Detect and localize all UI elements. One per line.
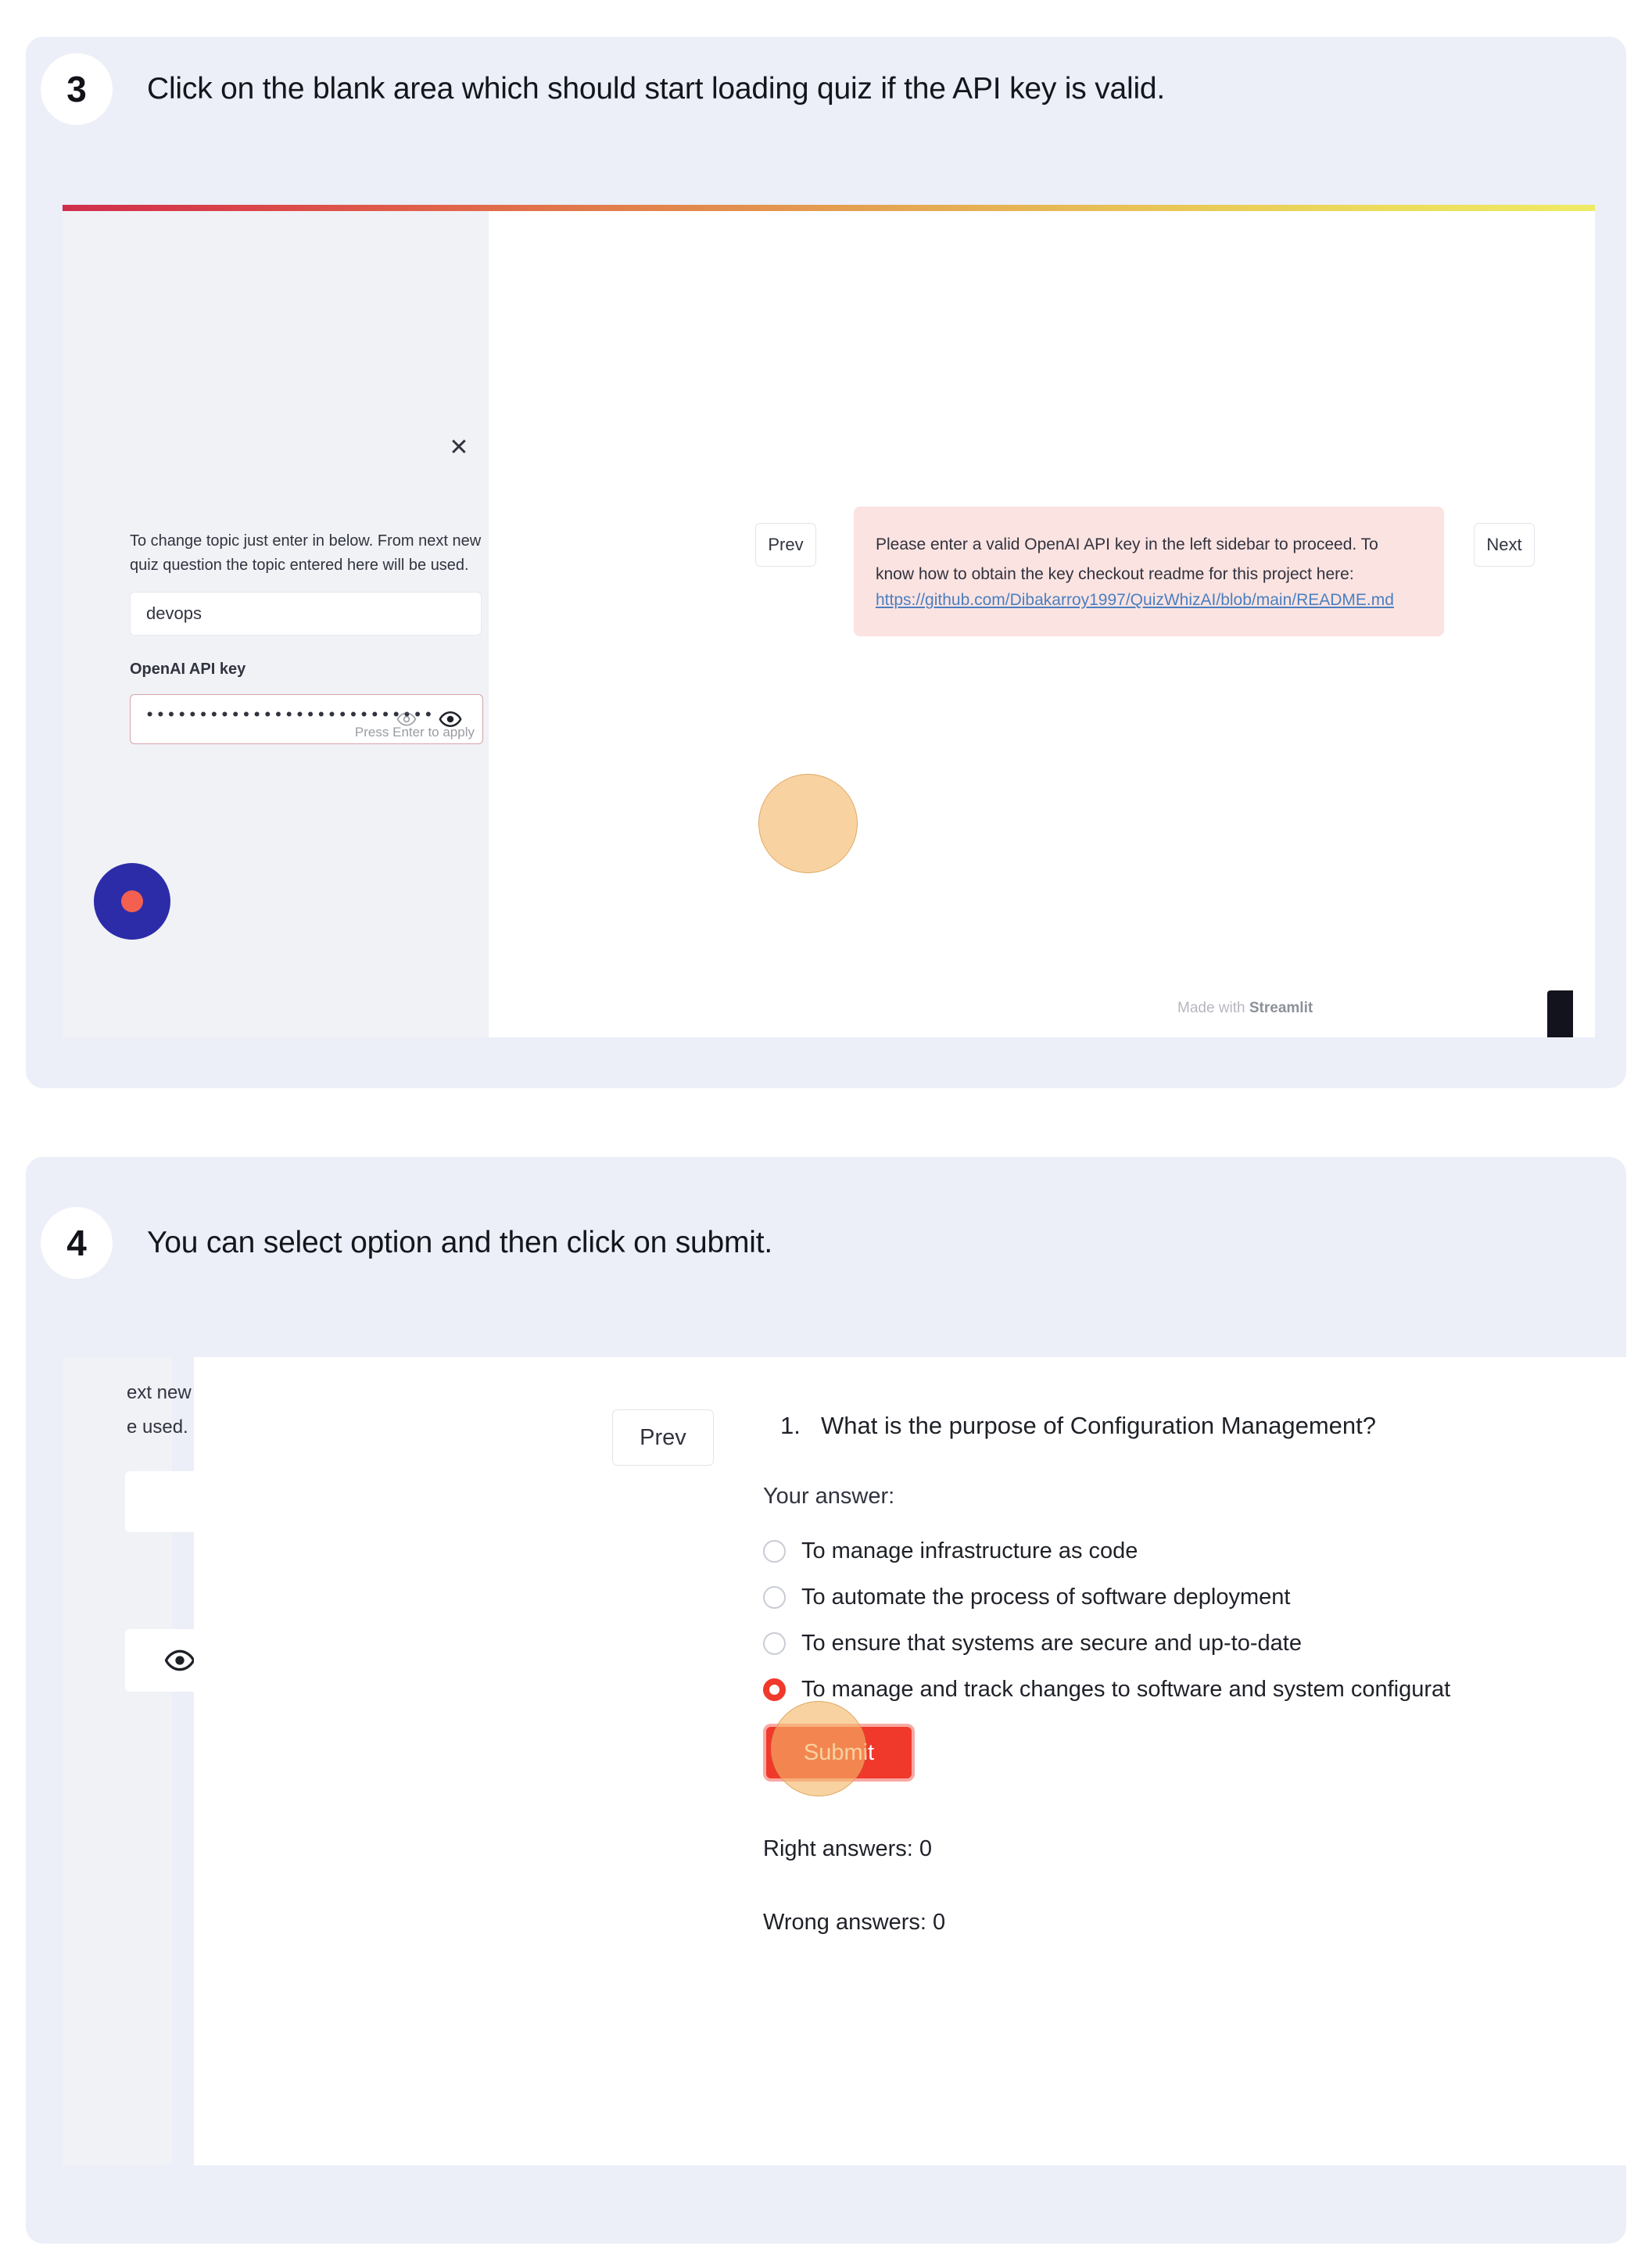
- wrong-answers-count: Wrong answers: 0: [763, 1910, 946, 1935]
- readme-link[interactable]: https://github.com/Dibakarroy1997/QuizWh…: [876, 591, 1421, 610]
- answer-options-group[interactable]: To manage infrastructure as code To auto…: [763, 1528, 1652, 1713]
- answer-option-3-label: To ensure that systems are secure and up…: [801, 1631, 1302, 1656]
- answer-option-3[interactable]: To ensure that systems are secure and up…: [763, 1621, 1652, 1667]
- api-key-field[interactable]: ••••••••••••••••••••••••••••••••••••••••…: [130, 694, 483, 744]
- alert-line-1: Please enter a valid OpenAI API key in t…: [876, 535, 1378, 553]
- click-target-highlight-step3: [758, 774, 858, 873]
- radio-icon-1[interactable]: [763, 1540, 786, 1563]
- api-key-masked-value: ••••••••••••••••••••••••••••••••••••••••…: [145, 706, 434, 725]
- topic-input[interactable]: devops: [130, 592, 482, 636]
- answer-option-4-label: To manage and track changes to software …: [801, 1677, 1451, 1702]
- answer-option-4[interactable]: To manage and track changes to software …: [763, 1667, 1652, 1713]
- radio-icon-3[interactable]: [763, 1632, 786, 1655]
- app-sidebar-step4: ext new e used.: [63, 1357, 235, 2165]
- next-button-step3[interactable]: Next: [1474, 523, 1535, 567]
- answer-option-2[interactable]: To automate the process of software depl…: [763, 1574, 1652, 1621]
- alert-line-2: know how to obtain the key checkout read…: [876, 565, 1354, 584]
- app-main-step4: [194, 1357, 1652, 2165]
- streamlit-decoration-bar: [63, 205, 1595, 211]
- answer-option-1-label: To manage infrastructure as code: [801, 1538, 1138, 1563]
- radio-icon-4-selected[interactable]: [763, 1678, 786, 1701]
- prev-button-step4[interactable]: Prev: [612, 1409, 714, 1466]
- api-key-warning-alert: Please enter a valid OpenAI API key in t…: [854, 507, 1444, 637]
- press-enter-hint: Press Enter to apply: [354, 725, 475, 740]
- tutorial-page: 3 Click on the blank area which should s…: [0, 0, 1652, 2267]
- manage-app-badge[interactable]: [1547, 990, 1573, 1037]
- step-3-header: 3 Click on the blank area which should s…: [41, 53, 1165, 125]
- api-key-label: OpenAI API key: [130, 661, 246, 678]
- click-target-highlight-step4: [771, 1701, 866, 1796]
- answer-option-2-label: To automate the process of software depl…: [801, 1585, 1291, 1610]
- question-number: 1.: [780, 1412, 801, 1439]
- question-title: 1. What is the purpose of Configuration M…: [780, 1412, 1376, 1440]
- question-text: What is the purpose of Configuration Man…: [821, 1412, 1376, 1439]
- right-answers-count: Right answers: 0: [763, 1836, 932, 1861]
- step-3-instruction: Click on the blank area which should sta…: [147, 72, 1166, 106]
- eye-icon[interactable]: [164, 1645, 195, 1676]
- prev-button-step3[interactable]: Prev: [755, 523, 816, 567]
- step-4-number-badge: 4: [41, 1207, 113, 1279]
- cursor-click-indicator: [94, 863, 170, 940]
- radio-icon-2[interactable]: [763, 1586, 786, 1609]
- step-4-header: 4 You can select option and then click o…: [41, 1207, 772, 1279]
- your-answer-label: Your answer:: [763, 1484, 895, 1509]
- footer-prefix: Made with: [1177, 1000, 1249, 1016]
- step-3-app-screenshot: ✕ To change topic just enter in below. F…: [63, 205, 1595, 1037]
- answer-option-1[interactable]: To manage infrastructure as code: [763, 1528, 1652, 1574]
- step-4-instruction: You can select option and then click on …: [147, 1226, 773, 1259]
- app-sidebar-step3: ✕ To change topic just enter in below. F…: [63, 211, 489, 1037]
- topic-help-text: To change topic just enter in below. Fro…: [130, 532, 482, 574]
- footer-brand: Streamlit: [1249, 1000, 1313, 1016]
- step-3-number-badge: 3: [41, 53, 113, 125]
- made-with-streamlit-footer: Made with Streamlit: [1177, 1000, 1313, 1017]
- close-sidebar-icon[interactable]: ✕: [446, 435, 472, 461]
